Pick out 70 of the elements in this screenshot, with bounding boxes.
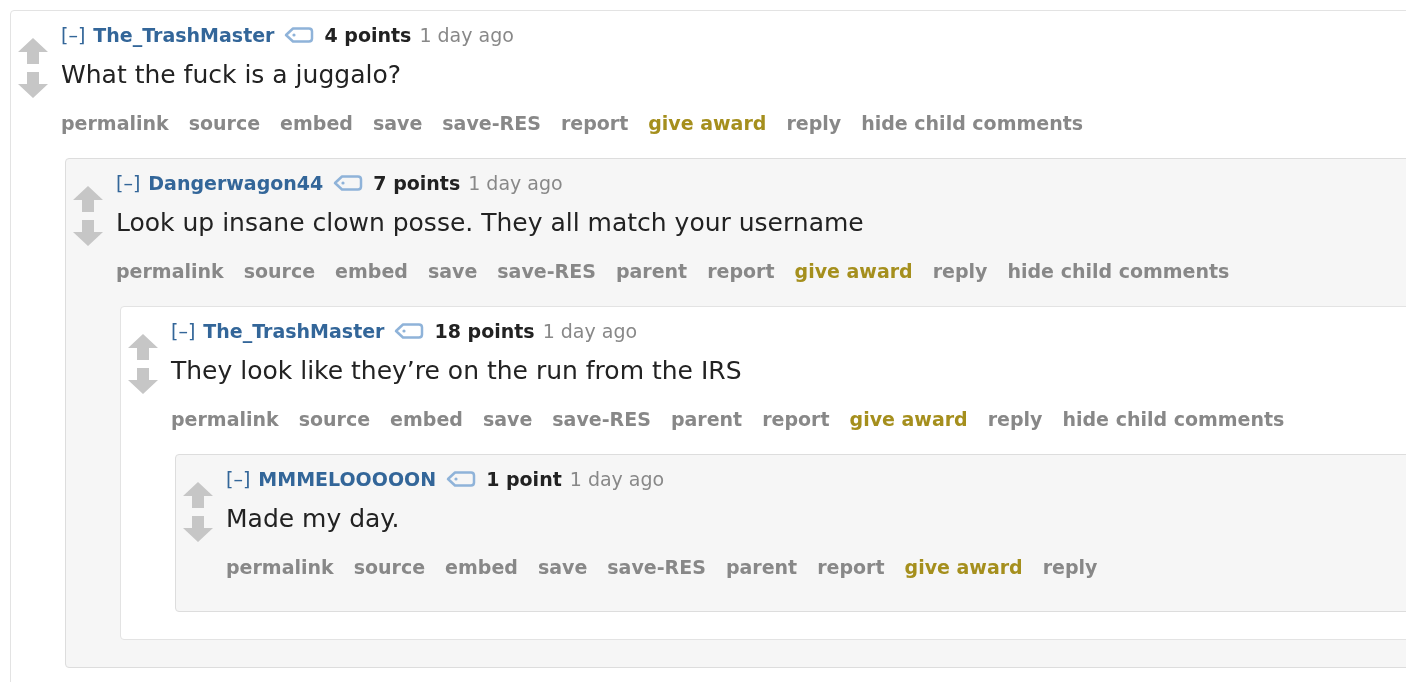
tag-icon [446,470,477,488]
action-link[interactable]: save [537,552,588,582]
comment-body: Made my day. [226,503,400,536]
action-link[interactable]: source [298,404,371,434]
action-link[interactable]: parent [615,256,688,286]
award-link[interactable]: give award [849,404,968,434]
downvote-arrow-icon[interactable] [72,219,104,247]
downvote-arrow-icon[interactable] [182,515,214,543]
action-link[interactable]: parent [670,404,743,434]
collapse-toggle[interactable]: [–] [116,168,141,198]
action-link[interactable]: source [243,256,316,286]
action-link[interactable]: permalink [171,404,279,434]
downvote-arrow-icon[interactable] [127,367,159,395]
action-link[interactable]: parent [725,552,798,582]
timestamp: 1 day ago [468,170,563,196]
action-link[interactable]: reply [987,404,1043,434]
timestamp: 1 day ago [419,22,514,48]
comment-body: What the fuck is a juggalo? [61,59,401,92]
author-link[interactable]: The_TrashMaster [93,20,275,50]
action-link[interactable]: save-RES [497,256,596,286]
tag-icon [284,26,315,44]
action-link[interactable]: embed [390,404,463,434]
action-link[interactable]: report [707,256,775,286]
action-link[interactable]: report [762,404,830,434]
upvote-arrow-icon[interactable] [182,481,214,509]
action-link[interactable]: reply [786,108,842,138]
comment-body: They look like they’re on the run from the IRS [171,355,742,388]
author-link[interactable]: The_TrashMaster [203,316,385,346]
collapse-toggle[interactable]: [–] [171,316,196,346]
action-link[interactable]: save [482,404,533,434]
comment-body: Look up insane clown posse. They all match your username [116,207,864,240]
award-link[interactable]: give award [904,552,1023,582]
downvote-arrow-icon[interactable] [17,71,49,99]
action-link[interactable]: report [817,552,885,582]
action-link[interactable]: save [427,256,478,286]
upvote-arrow-icon[interactable] [127,333,159,361]
action-link[interactable]: source [188,108,261,138]
tag-icon [394,322,425,340]
action-link[interactable]: permalink [226,552,334,582]
score: 7 points [373,170,461,196]
author-link[interactable]: MMMELOOOOON [258,464,437,494]
action-link[interactable]: report [560,108,629,138]
action-link[interactable]: hide child comments [861,108,1084,138]
author-link[interactable]: Dangerwagon44 [148,168,324,198]
action-link[interactable]: save-RES [552,404,651,434]
action-link[interactable]: embed [445,552,518,582]
action-link[interactable]: embed [280,108,353,138]
action-link[interactable]: hide child comments [1062,404,1285,434]
action-link[interactable]: embed [335,256,408,286]
collapse-toggle[interactable]: [–] [226,464,251,494]
upvote-arrow-icon[interactable] [72,185,104,213]
award-link[interactable]: give award [648,108,767,138]
action-link[interactable]: save-RES [607,552,706,582]
score: 18 points [434,318,535,344]
action-link[interactable]: reply [1042,552,1098,582]
action-link[interactable]: permalink [61,108,169,138]
action-link[interactable]: save-RES [442,108,541,138]
timestamp: 1 day ago [569,466,665,492]
action-link[interactable]: save [372,108,423,138]
tag-icon [333,174,364,192]
action-link[interactable]: reply [932,256,988,286]
action-link[interactable]: source [353,552,426,582]
upvote-arrow-icon[interactable] [17,37,49,65]
action-link[interactable]: hide child comments [1007,256,1230,286]
collapse-toggle[interactable]: [–] [61,20,86,50]
award-link[interactable]: give award [794,256,913,286]
score: 1 point [486,466,562,492]
timestamp: 1 day ago [542,318,638,344]
score: 4 points [324,22,412,48]
action-link[interactable]: permalink [116,256,224,286]
